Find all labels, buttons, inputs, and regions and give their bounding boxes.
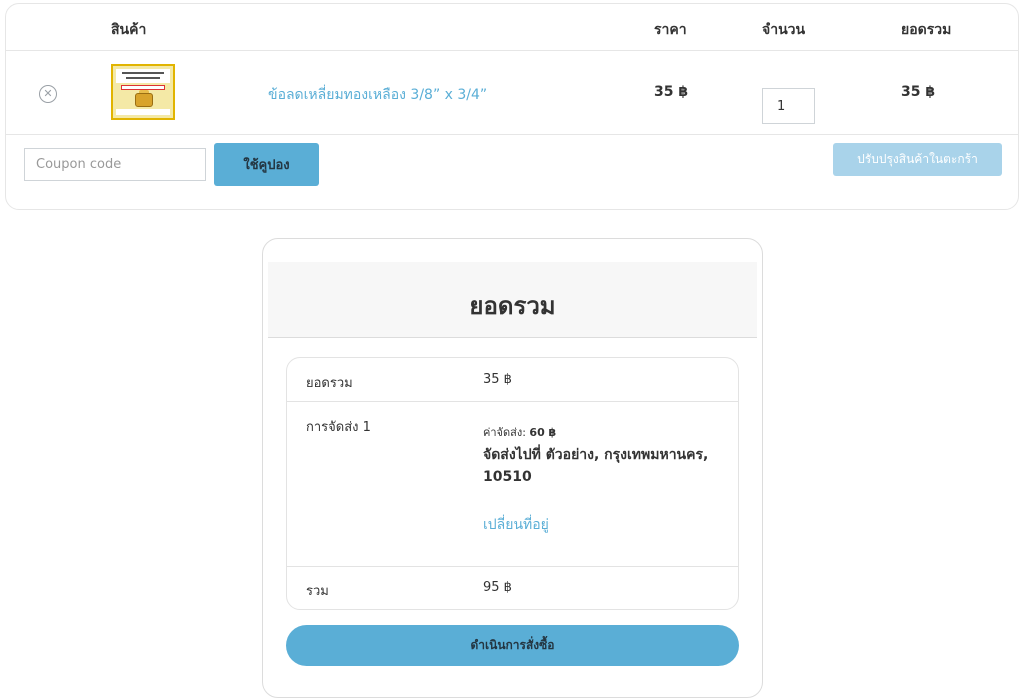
shipping-fee-prefix: ค่าจัดส่ง: (483, 426, 526, 439)
shipping-label: การจัดส่ง 1 (306, 420, 371, 435)
thumbnail-footer (116, 109, 170, 115)
thumbnail-label-band (116, 69, 170, 83)
remove-item-icon[interactable]: ✕ (39, 85, 57, 103)
item-price: 35 ฿ (654, 84, 689, 100)
cart-totals-title: ยอดรวม (469, 292, 556, 320)
cart-totals-header: ยอดรวม (268, 262, 757, 338)
shipping-address: จัดส่งไปที่ ตัวอย่าง, กรุงเทพมหานคร, 105… (483, 447, 709, 485)
total-label: รวม (306, 584, 329, 599)
total-value: 95 ฿ (483, 580, 512, 595)
item-subtotal: 35 ฿ (901, 84, 936, 100)
subtotal-row: ยอดรวม 35 ฿ (287, 358, 738, 402)
cart-table: สินค้า ราคา จำนวน ยอดรวม ✕ ข้อลดเหลี่ยมท… (5, 3, 1019, 210)
cart-totals: ยอดรวม ยอดรวม 35 ฿ การจัดส่ง 1 ค่าจัดส่ง… (262, 238, 763, 698)
cart-totals-table: ยอดรวม 35 ฿ การจัดส่ง 1 ค่าจัดส่ง: 60 ฿ … (286, 357, 739, 610)
header-quantity: จำนวน (762, 22, 806, 38)
subtotal-value: 35 ฿ (483, 372, 512, 387)
apply-coupon-button[interactable]: ใช้คูปอง (214, 143, 319, 186)
cart-item-row: ✕ ข้อลดเหลี่ยมทองเหลือง 3/8” x 3/4” 35 ฿… (6, 51, 1018, 135)
update-cart-button[interactable]: ปรับปรุงสินค้าในตะกร้า (833, 143, 1002, 176)
header-product: สินค้า (111, 22, 147, 38)
coupon-code-input[interactable] (24, 148, 206, 181)
cart-table-header: สินค้า ราคา จำนวน ยอดรวม (6, 4, 1018, 51)
proceed-to-checkout-button[interactable]: ดำเนินการสั่งซื้อ (286, 625, 739, 666)
header-subtotal: ยอดรวม (901, 22, 952, 38)
shipping-fee: ค่าจัดส่ง: 60 ฿ (483, 423, 556, 441)
header-price: ราคา (654, 22, 687, 38)
product-thumbnail[interactable] (111, 64, 175, 120)
product-name-link[interactable]: ข้อลดเหลี่ยมทองเหลือง 3/8” x 3/4” (268, 84, 487, 106)
shipping-fee-value: 60 ฿ (529, 426, 557, 439)
shipping-row: การจัดส่ง 1 ค่าจัดส่ง: 60 ฿ จัดส่งไปที่ … (287, 402, 738, 567)
total-row: รวม 95 ฿ (287, 567, 738, 611)
subtotal-label: ยอดรวม (306, 376, 353, 391)
thumbnail-fitting (135, 93, 153, 107)
quantity-input[interactable] (762, 88, 815, 124)
change-address-link[interactable]: เปลี่ยนที่อยู่ (483, 514, 549, 536)
